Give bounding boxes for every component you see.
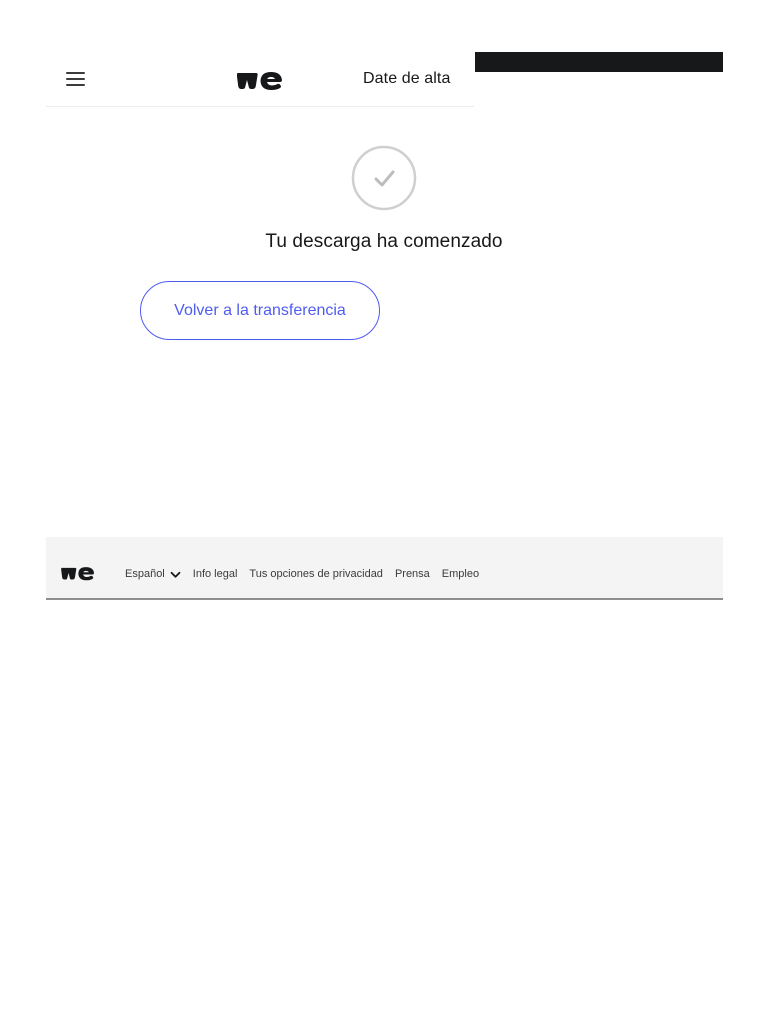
language-label: Español	[125, 568, 165, 580]
menu-icon[interactable]	[66, 70, 86, 86]
footer-link-legal[interactable]: Info legal	[193, 568, 238, 580]
check-circle-icon	[351, 145, 417, 211]
language-selector[interactable]: Español	[125, 568, 181, 580]
signup-link[interactable]: Date de alta	[363, 70, 450, 88]
dark-banner-bar	[475, 52, 723, 72]
footer: Español Info legal Tus opciones de priva…	[46, 537, 723, 600]
wetransfer-logo[interactable]	[61, 565, 95, 581]
chevron-down-icon	[170, 571, 181, 578]
page: Date de alta Tu descarga ha comenzado Vo…	[0, 0, 768, 1024]
footer-link-privacy-options[interactable]: Tus opciones de privacidad	[249, 568, 383, 580]
footer-links: Español Info legal Tus opciones de priva…	[125, 568, 491, 580]
footer-link-press[interactable]: Prensa	[395, 568, 430, 580]
top-navbar: Date de alta	[46, 52, 474, 107]
footer-link-jobs[interactable]: Empleo	[442, 568, 479, 580]
back-to-transfer-button[interactable]: Volver a la transferencia	[140, 281, 380, 340]
download-started-title: Tu descarga ha comenzado	[265, 231, 503, 252]
wetransfer-logo[interactable]	[237, 69, 283, 91]
